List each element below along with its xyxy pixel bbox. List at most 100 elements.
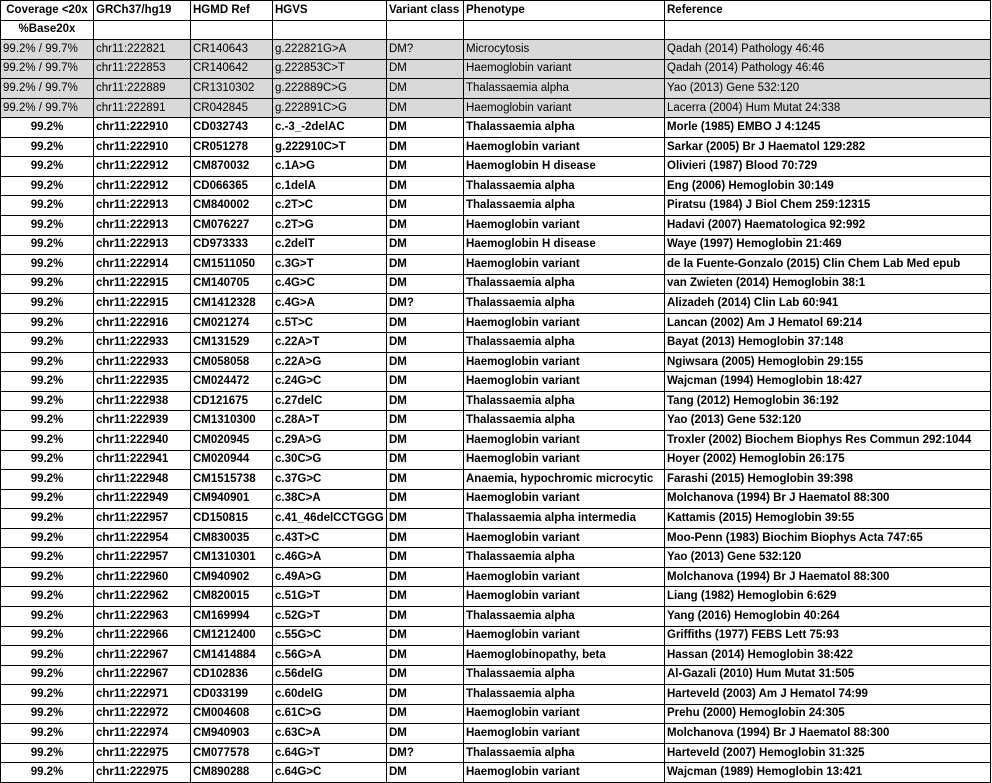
hgmd-ref-cell: CM940902 (190, 566, 273, 588)
table-row: 99.2% chr11:222948 CM1515738 c.37G>C DM Anaem… (0, 469, 991, 490)
hgmd-ref-cell: CM058058 (190, 351, 273, 373)
position-cell: chr11:222941 (93, 449, 191, 471)
phenotype-cell: Haemoglobin variant (463, 566, 665, 588)
table-row: 99.2% chr11:222975 CM077578 c.64G>T DM? Thala… (0, 742, 991, 764)
variant-class-cell: DM (386, 703, 464, 725)
phenotype-cell: Haemoglobin variant (463, 215, 665, 236)
reference-cell: Harteveld (2007) Hemoglobin 31:325 (664, 742, 991, 764)
table-row: 99.2% chr11:222915 CM140705 c.4G>C DM Thalass… (0, 273, 991, 295)
subheader-empty (386, 19, 464, 41)
coverage-cell: 99.2% (0, 742, 94, 764)
position-cell: chr11:222913 (93, 215, 191, 236)
hgvs-cell: c.61C>G (272, 703, 387, 725)
variant-class-cell: DM (386, 273, 464, 295)
coverage-cell: 99.2% / 99.7% (0, 97, 94, 119)
variant-class-cell: DM (386, 430, 464, 451)
hgmd-ref-cell: CM077578 (190, 742, 273, 764)
phenotype-cell: Haemoglobin variant (463, 625, 665, 647)
coverage-cell: 99.2% (0, 605, 94, 627)
position-cell: chr11:222933 (93, 332, 191, 353)
phenotype-cell: Thalassaemia alpha (463, 332, 665, 353)
reference-cell: Tang (2012) Hemoglobin 36:192 (664, 390, 991, 412)
coverage-cell: 99.2% (0, 117, 94, 138)
subheader-base20x: %Base20x (0, 19, 94, 41)
position-cell: chr11:222972 (93, 703, 191, 725)
position-cell: chr11:222938 (93, 390, 191, 412)
reference-cell: Yao (2013) Gene 532:120 (664, 78, 991, 99)
phenotype-cell: Haemoglobin variant (463, 254, 665, 275)
table-row: 99.2% chr11:222935 CM024472 c.24G>C DM Haemog… (0, 371, 991, 392)
phenotype-cell: Thalassaemia alpha (463, 684, 665, 705)
hgmd-ref-cell: CD150815 (190, 508, 273, 529)
reference-cell: Wajcman (1989) Hemoglobin 13:421 (664, 762, 991, 783)
hgvs-cell: c.2T>C (272, 195, 387, 217)
hgvs-cell: c.56delG (272, 664, 387, 686)
position-cell: chr11:222966 (93, 625, 191, 647)
hgmd-ref-cell: CM021274 (190, 312, 273, 334)
coverage-cell: 99.2% (0, 254, 94, 275)
coverage-cell: 99.2% / 99.7% (0, 58, 94, 80)
phenotype-cell: Haemoglobin variant (463, 723, 665, 744)
hgmd-ref-cell: CD033199 (190, 684, 273, 705)
phenotype-cell: Haemoglobin variant (463, 371, 665, 392)
phenotype-cell: Thalassaemia alpha (463, 273, 665, 295)
position-cell: chr11:222912 (93, 175, 191, 197)
position-cell: chr11:222960 (93, 566, 191, 588)
hgvs-cell: c.37G>C (272, 469, 387, 490)
reference-cell: Farashi (2015) Hemoglobin 39:398 (664, 469, 991, 490)
phenotype-cell: Haemoglobin variant (463, 430, 665, 451)
variant-class-cell: DM? (386, 742, 464, 764)
coverage-cell: 99.2% (0, 645, 94, 666)
reference-cell: Eng (2006) Hemoglobin 30:149 (664, 175, 991, 197)
variant-class-cell: DM (386, 234, 464, 256)
table-row: 99.2% chr11:222967 CM1414884 c.56G>A DM Haemo… (0, 645, 991, 666)
variant-class-cell: DM (386, 332, 464, 353)
reference-cell: de la Fuente-Gonzalo (2015) Clin Chem La… (664, 254, 991, 275)
phenotype-cell: Thalassaemia alpha (463, 293, 665, 314)
phenotype-cell: Haemoglobinopathy, beta (463, 645, 665, 666)
position-cell: chr11:222954 (93, 527, 191, 549)
coverage-cell: 99.2% (0, 293, 94, 314)
reference-cell: Qadah (2014) Pathology 46:46 (664, 39, 991, 60)
position-cell: chr11:222935 (93, 371, 191, 392)
table-row: 99.2% chr11:222913 CM840002 c.2T>C DM Thalass… (0, 195, 991, 217)
position-cell: chr11:222957 (93, 547, 191, 568)
reference-cell: Wajcman (1994) Hemoglobin 18:427 (664, 371, 991, 392)
variant-table: Coverage <20x GRCh37/hg19 HGMD Ref HGVS … (0, 0, 991, 783)
phenotype-cell: Microcytosis (463, 39, 665, 60)
reference-cell: Morle (1985) EMBO J 4:1245 (664, 117, 991, 138)
hgvs-cell: c.1delA (272, 175, 387, 197)
hgmd-ref-cell: CM1511050 (190, 254, 273, 275)
hgmd-ref-cell: CM820015 (190, 586, 273, 607)
position-cell: chr11:222974 (93, 723, 191, 744)
phenotype-cell: Thalassaemia alpha (463, 410, 665, 432)
table-row: 99.2% chr11:222974 CM940903 c.63C>A DM Haemog… (0, 723, 991, 744)
position-cell: chr11:222913 (93, 195, 191, 217)
reference-cell: Hassan (2014) Hemoglobin 38:422 (664, 645, 991, 666)
table-row: 99.2% chr11:222912 CM870032 c.1A>G DM Haemogl… (0, 156, 991, 177)
phenotype-cell: Haemoglobin variant (463, 488, 665, 510)
reference-cell: Molchanova (1994) Br J Haematol 88:300 (664, 566, 991, 588)
variant-class-cell: DM (386, 449, 464, 471)
header-variant-class: Variant class (386, 0, 464, 21)
hgvs-cell: c.3G>T (272, 254, 387, 275)
coverage-cell: 99.2% (0, 527, 94, 549)
position-cell: chr11:222975 (93, 742, 191, 764)
variant-class-cell: DM (386, 625, 464, 647)
reference-cell: van Zwieten (2014) Hemoglobin 38:1 (664, 273, 991, 295)
hgvs-cell: c.5T>C (272, 312, 387, 334)
hgmd-ref-cell: CR140642 (190, 58, 273, 80)
hgmd-ref-cell: CD102836 (190, 664, 273, 686)
reference-cell: Yang (2016) Hemoglobin 40:264 (664, 605, 991, 627)
hgmd-ref-cell: CM020944 (190, 449, 273, 471)
phenotype-cell: Haemoglobin variant (463, 351, 665, 373)
table-row: 99.2% chr11:222915 CM1412328 c.4G>A DM? Thala… (0, 293, 991, 314)
position-cell: chr11:222971 (93, 684, 191, 705)
coverage-cell: 99.2% (0, 664, 94, 686)
position-cell: chr11:222975 (93, 762, 191, 783)
phenotype-cell: Thalassaemia alpha (463, 117, 665, 138)
phenotype-cell: Haemoglobin H disease (463, 156, 665, 177)
hgmd-ref-cell: CM169994 (190, 605, 273, 627)
variant-class-cell: DM (386, 97, 464, 119)
hgvs-cell: c.22A>G (272, 351, 387, 373)
